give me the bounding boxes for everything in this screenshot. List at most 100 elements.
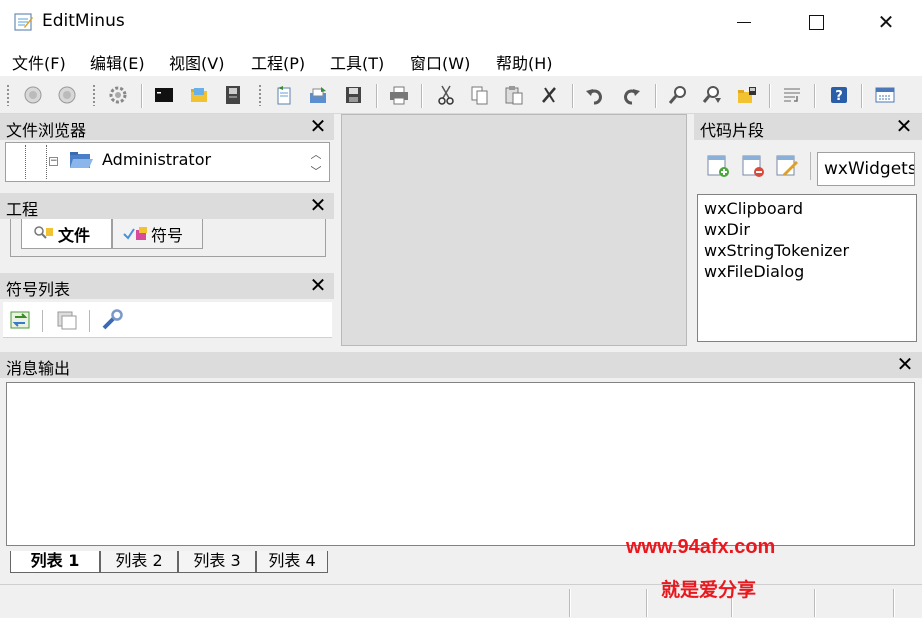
save-disk-button[interactable] [220,82,246,108]
find-button[interactable] [665,82,691,108]
find-icon [668,86,686,104]
project-title: 工程 [6,200,39,219]
preferences-button[interactable] [872,82,898,108]
menu-edit[interactable]: 编辑(E) [90,50,145,74]
toolbar-separator [42,310,43,332]
toolbar-separator [141,84,142,108]
tab-project-files-label: 文件 [58,225,91,245]
copy-button[interactable] [467,82,493,108]
wrap-button[interactable] [779,82,805,108]
tab-project-files[interactable]: 文件 [21,219,112,249]
project-header: 工程 ✕ [0,193,334,219]
editor-area[interactable] [341,114,687,346]
messages-close-button[interactable]: ✕ [895,353,915,375]
tab-list-1[interactable]: 列表 1 [10,551,100,573]
toolbar-separator [861,84,862,108]
help-icon: ? [831,87,847,104]
toolbar-separator [814,84,815,108]
scroll-down-icon[interactable]: ﹀ [308,163,324,179]
delete-button[interactable] [536,82,562,108]
toolbar-grip[interactable] [6,84,10,106]
new-file-button[interactable] [271,82,297,108]
symbol-list-header: 符号列表 ✕ [0,273,334,299]
back-button[interactable] [20,82,46,108]
open-file-button[interactable] [305,82,331,108]
toolbar-separator [89,310,90,332]
paste-button[interactable] [501,82,527,108]
tree-item-administrator[interactable]: Administrator [102,150,211,169]
messages-output[interactable] [6,382,915,546]
toolbar-grip[interactable] [258,84,262,106]
folder-lock-icon [738,87,756,103]
close-window-button[interactable]: ✕ [858,0,914,44]
forward-button[interactable] [54,82,80,108]
menu-view[interactable]: 视图(V) [169,50,224,74]
tree-expander-icon[interactable]: − [49,157,58,166]
tab-project-symbols-label: 符号 [151,225,184,245]
symbol-list-close-button[interactable]: ✕ [308,274,328,296]
minimize-icon [737,21,751,23]
wrench-icon[interactable] [101,309,125,331]
new-file-icon [277,86,291,105]
open-folder-button[interactable] [186,82,212,108]
project-close-button[interactable]: ✕ [308,194,328,216]
help-button[interactable]: ? [826,82,852,108]
status-bar [0,584,922,618]
back-icon [24,86,42,104]
file-browser-tree[interactable]: − Administrator ︿ ﹀ [5,142,330,182]
toolbar-grip[interactable] [92,84,96,106]
snippet-item[interactable]: wxDir [704,220,750,239]
cut-icon [438,85,454,105]
print-button[interactable] [386,82,412,108]
folder-lock-button[interactable] [734,82,760,108]
tab-list-3[interactable]: 列表 3 [178,551,256,573]
undo-icon [586,89,602,105]
snippets-close-button[interactable]: ✕ [894,115,914,137]
snippet-category-select[interactable]: wxWidgets [817,152,915,186]
print-icon [390,86,408,105]
settings-button[interactable] [105,82,131,108]
minimize-button[interactable] [716,0,772,44]
messages-title: 消息输出 [6,359,71,378]
tab-list-2[interactable]: 列表 2 [100,551,178,573]
save-icon [346,87,361,103]
add-snippet-icon[interactable] [706,154,730,178]
menu-window[interactable]: 窗口(W) [410,50,470,74]
tab-project-symbols[interactable]: 符号 [112,219,203,249]
messages-tab-strip: 列表 1 列表 2 列表 3 列表 4 [6,546,915,576]
status-separator [893,589,894,617]
window-title: EditMinus [42,11,125,31]
snippet-item[interactable]: wxStringTokenizer [704,241,849,260]
undo-button[interactable] [582,82,608,108]
redo-icon [624,89,640,105]
tab-list-4[interactable]: 列表 4 [256,551,328,573]
toolbar-separator [376,84,377,108]
console-button[interactable] [151,82,177,108]
window-list-icon[interactable] [55,309,79,331]
menu-file[interactable]: 文件(F) [12,50,66,74]
cut-button[interactable] [433,82,459,108]
folder-open-icon [70,152,93,168]
scroll-up-icon[interactable]: ︿ [308,146,324,162]
toolbar-separator [421,84,422,108]
snippet-item[interactable]: wxClipboard [704,199,803,218]
redo-button[interactable] [618,82,644,108]
maximize-button[interactable] [788,0,844,44]
edit-snippet-icon[interactable] [775,154,799,178]
tree-line [25,145,26,179]
snippet-item[interactable]: wxFileDialog [704,262,804,281]
menu-help[interactable]: 帮助(H) [496,50,553,74]
save-disk-icon [226,86,240,104]
project-tab-area: 文件 符号 [10,219,326,257]
menu-bar: 文件(F) 编辑(E) 视图(V) 工程(P) 工具(T) 窗口(W) 帮助(H… [0,44,922,76]
remove-snippet-icon[interactable] [741,154,765,178]
menu-project[interactable]: 工程(P) [251,50,305,74]
refresh-list-icon[interactable] [9,309,33,331]
open-file-icon [310,87,326,103]
menu-tools[interactable]: 工具(T) [330,50,384,74]
find-replace-button[interactable] [699,82,725,108]
forward-icon [58,86,76,104]
wrap-icon [784,88,800,102]
save-button[interactable] [340,82,366,108]
file-browser-close-button[interactable]: ✕ [308,115,328,137]
